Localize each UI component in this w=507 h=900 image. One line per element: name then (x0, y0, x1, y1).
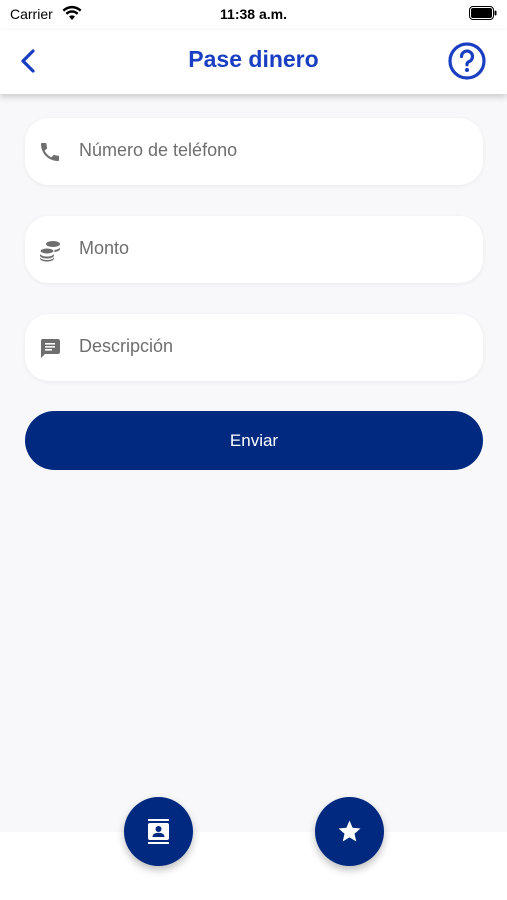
help-button[interactable] (447, 41, 487, 81)
phone-field[interactable]: Número de teléfono (25, 118, 483, 185)
send-button[interactable]: Enviar (25, 411, 483, 470)
phone-icon (41, 143, 59, 161)
description-field[interactable]: Descripción (25, 314, 483, 381)
bottom-bar (0, 832, 507, 900)
message-icon (41, 339, 60, 358)
pase-dinero-screen: Carrier 11:38 a.m. Pase dinero Número de… (0, 0, 507, 900)
coins-icon (39, 241, 60, 262)
contacts-icon (148, 819, 169, 844)
description-placeholder: Descripción (79, 336, 174, 356)
contacts-button[interactable] (124, 797, 193, 866)
navigation-bar: Pase dinero (0, 30, 507, 94)
page-title: Pase dinero (188, 46, 319, 72)
phone-placeholder: Número de teléfono (79, 140, 238, 160)
clock: 11:38 a.m. (220, 6, 287, 22)
amount-placeholder: Monto (79, 238, 130, 258)
battery-icon (469, 6, 497, 20)
question-circle-icon (448, 42, 486, 80)
star-icon (338, 820, 361, 842)
favorites-button[interactable] (315, 797, 384, 866)
amount-field[interactable]: Monto (25, 216, 483, 283)
status-bar: Carrier 11:38 a.m. (0, 0, 507, 30)
